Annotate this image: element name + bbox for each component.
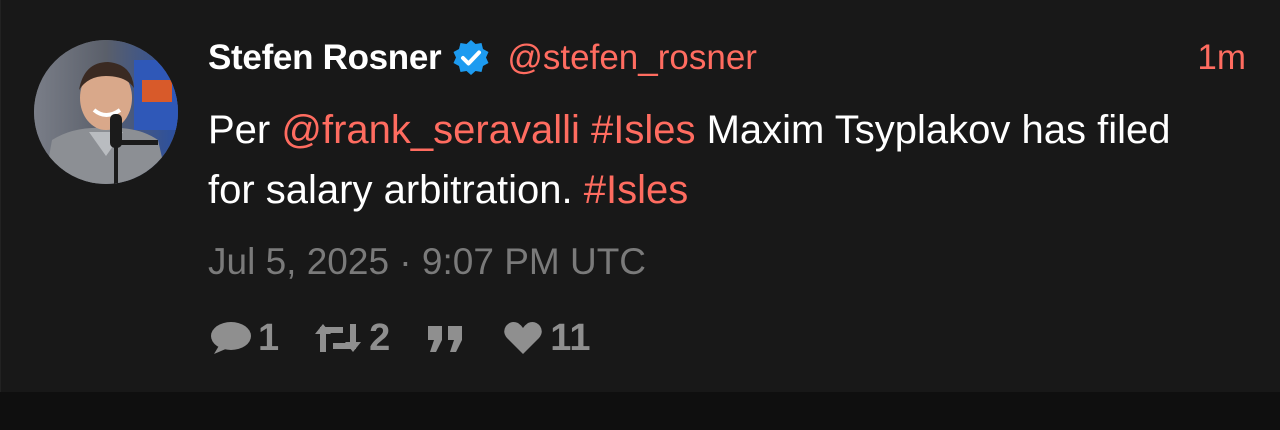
quote-icon (424, 318, 468, 358)
verified-badge-icon (451, 38, 491, 78)
retweet-count: 2 (369, 316, 391, 359)
comment-stat[interactable]: 1 (208, 317, 279, 360)
avatar[interactable] (34, 40, 178, 184)
tweet-date[interactable]: Jul 5, 2025 · 9:07 PM UTC (208, 238, 646, 286)
retweet-stat[interactable]: 2 (313, 317, 390, 360)
username-link[interactable]: @stefen_rosner (507, 38, 757, 78)
hashtag-link[interactable]: #Isles (591, 108, 696, 152)
heart-icon (502, 318, 544, 358)
comment-count: 1 (258, 316, 280, 359)
tweet-timestamp-link[interactable]: 1m (1197, 36, 1246, 80)
quote-stat[interactable] (424, 318, 468, 358)
retweet-icon (313, 318, 363, 358)
mention-link[interactable]: @frank_seravalli (281, 108, 580, 152)
display-name[interactable]: Stefen Rosner (208, 38, 442, 78)
tweet-card[interactable]: Stefen Rosner @stefen_rosner 1m Per @fra… (0, 0, 1280, 392)
tweet-content: Per @frank_seravalli #Isles Maxim Tsypla… (208, 100, 1208, 220)
tweet-header: Stefen Rosner @stefen_rosner (208, 36, 757, 80)
like-stat[interactable]: 11 (502, 317, 590, 360)
tweet-text: Per (208, 108, 282, 152)
hashtag-link[interactable]: #Isles (584, 168, 689, 212)
tweet-stats: 1 2 11 (208, 316, 624, 360)
timeline-gap (0, 392, 1280, 430)
like-count: 11 (550, 316, 591, 359)
tweet-text (580, 108, 591, 152)
comment-icon (208, 318, 252, 358)
